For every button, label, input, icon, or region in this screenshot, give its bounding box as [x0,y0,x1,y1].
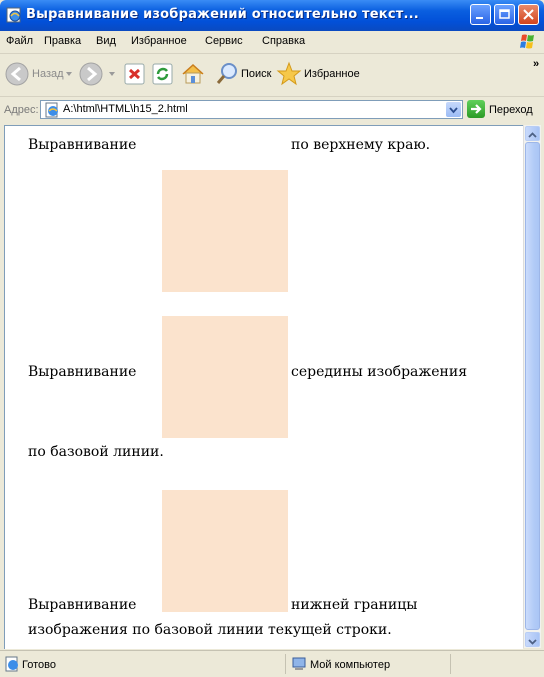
my-computer-icon [292,657,306,670]
menu-file[interactable]: Файл [6,35,33,47]
p2-text-line2: по базовой линии. [28,444,164,460]
menu-tools[interactable]: Сервис [205,35,243,47]
close-icon [523,9,534,20]
go-button-label[interactable]: Переход [489,104,533,116]
forward-dropdown-icon[interactable] [108,70,116,78]
chevron-up-icon [528,132,537,138]
p3-text-line2: изображения по базовой линии текущей стр… [28,622,392,638]
status-divider [285,654,286,674]
address-dropdown-button[interactable] [446,102,461,117]
p1-text-after: по верхнему краю. [291,137,431,153]
menu-view[interactable]: Вид [96,35,116,47]
back-button-label[interactable]: Назад [32,68,64,80]
maximize-button[interactable] [494,4,515,25]
menu-favorites[interactable]: Избранное [131,35,187,47]
stop-icon[interactable] [123,62,147,86]
address-value[interactable]: A:\html\HTML\h15_2.html [63,103,188,115]
toolbar-more-chevron[interactable]: » [533,58,539,70]
address-field[interactable]: A:\html\HTML\h15_2.html [40,100,463,119]
scroll-down-button[interactable] [525,632,540,647]
p3-text-after: нижней границы [291,597,418,613]
page-status-icon [5,656,18,672]
close-button[interactable] [518,4,539,25]
window-title: Выравнивание изображений относительно те… [26,7,419,22]
toolbar: Назад Поиск Избранное » [0,54,544,97]
address-label: Адрес: [4,104,39,116]
chevron-down-icon [528,639,537,645]
minimize-icon [476,17,483,19]
page-viewport: Выравнивание по верхнему краю. Выравнива… [4,125,523,649]
forward-arrow-icon[interactable] [78,61,104,87]
back-dropdown-icon[interactable] [65,70,73,78]
image-bottom-aligned [162,490,288,612]
scroll-thumb[interactable] [525,142,540,630]
p1-text-before: Выравнивание [28,137,137,153]
menu-help[interactable]: Справка [262,35,305,47]
security-zone-label: Мой компьютер [310,659,391,671]
address-bar: Адрес: A:\html\HTML\h15_2.html Переход [0,97,544,124]
status-bar: Готово Мой компьютер [0,650,544,677]
chevron-down-icon [449,107,458,114]
menu-bar: Файл Правка Вид Избранное Сервис Справка [0,31,544,54]
maximize-icon [499,9,510,19]
minimize-button[interactable] [470,4,491,25]
go-arrow-icon [471,104,482,114]
favorites-button-label[interactable]: Избранное [304,68,360,80]
image-top-aligned [162,170,288,292]
scroll-up-button[interactable] [525,126,540,141]
go-button[interactable] [467,100,485,118]
ie-page-icon [6,7,21,23]
home-icon[interactable] [180,61,206,87]
status-divider [450,654,451,674]
windows-logo-icon [520,34,534,49]
p2-text-before: Выравнивание [28,364,137,380]
image-middle-aligned [162,316,288,438]
search-icon[interactable] [216,62,238,86]
vertical-scrollbar[interactable] [523,125,541,648]
menu-edit[interactable]: Правка [44,35,81,47]
p2-text-after: середины изображения [291,364,468,380]
browser-window: Выравнивание изображений относительно те… [0,0,544,677]
p3-text-before: Выравнивание [28,597,137,613]
title-bar: Выравнивание изображений относительно те… [0,0,544,31]
back-arrow-icon[interactable] [4,61,30,87]
page-icon [45,102,58,118]
refresh-icon[interactable] [151,62,175,86]
favorites-star-icon[interactable] [276,61,302,87]
search-button-label[interactable]: Поиск [241,68,271,80]
status-text: Готово [22,659,56,671]
